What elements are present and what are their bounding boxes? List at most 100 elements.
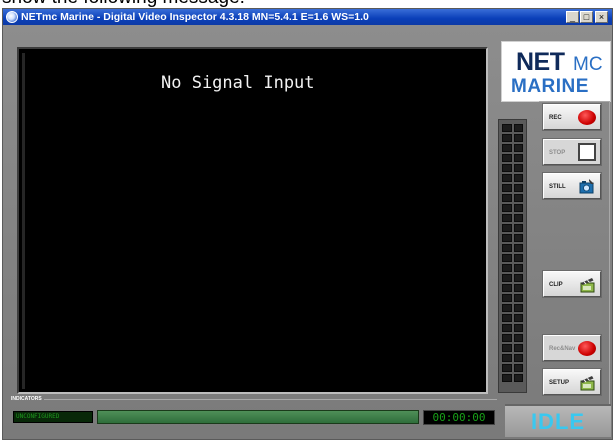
meter-segment: [502, 364, 512, 372]
meter-segment: [502, 294, 512, 302]
meter-row: [502, 254, 523, 262]
meter-row: [502, 364, 523, 372]
logo-marine-text: MARINE: [511, 76, 589, 97]
meter-row: [502, 344, 523, 352]
recnav-label: Rec&Nav: [549, 346, 576, 352]
meter-segment: [502, 204, 512, 212]
rec-label: REC: [549, 115, 562, 121]
progress-bar: [97, 410, 419, 424]
meter-row: [502, 194, 523, 202]
meter-segment: [513, 314, 523, 322]
meter-segment: [513, 184, 523, 192]
meter-segment: [513, 214, 523, 222]
meter-row: [502, 204, 523, 212]
meter-segment: [502, 274, 512, 282]
meter-row: [502, 224, 523, 232]
meter-segment: [513, 174, 523, 182]
client-area: No Signal Input NET MC MARINE CONTROLS R…: [3, 25, 612, 439]
meter-segment: [502, 314, 512, 322]
meter-segment: [502, 234, 512, 242]
app-icon[interactable]: [6, 11, 18, 23]
meter-segment: [502, 164, 512, 172]
indicators-section-label: INDICATORS: [11, 396, 42, 402]
meter-row: [502, 214, 523, 222]
meter-segment: [502, 304, 512, 312]
record-icon: [578, 110, 596, 125]
meter-row: [502, 314, 523, 322]
meter-segment: [513, 374, 523, 382]
maximize-button[interactable]: □: [580, 11, 593, 23]
meter-row: [502, 264, 523, 272]
meter-segment: [502, 184, 512, 192]
meter-segment: [502, 374, 512, 382]
clip-button[interactable]: CLIP: [542, 270, 602, 298]
meter-row: [502, 134, 523, 142]
rec-and-nav-button[interactable]: Rec&Nav: [542, 334, 602, 362]
meter-row: [502, 324, 523, 332]
clip-label: CLIP: [549, 282, 563, 288]
configuration-status: UNCONFIGURED: [13, 411, 93, 423]
meter-segment: [513, 234, 523, 242]
meter-row: [502, 274, 523, 282]
meter-row: [502, 304, 523, 312]
title-bar[interactable]: NETmc Marine - Digital Video Inspector 4…: [3, 9, 612, 25]
state-indicator: IDLE: [505, 404, 611, 437]
logo-mc-text: MC: [573, 54, 603, 75]
meter-segment: [513, 194, 523, 202]
meter-row: [502, 174, 523, 182]
meter-row: [502, 334, 523, 342]
no-signal-message: No Signal Input: [161, 73, 315, 93]
record-nav-icon: [578, 341, 596, 356]
meter-row: [502, 154, 523, 162]
meter-segment: [502, 284, 512, 292]
meter-segment: [502, 324, 512, 332]
minimize-button[interactable]: _: [566, 11, 579, 23]
meter-segment: [513, 304, 523, 312]
clapperboard-icon: [577, 275, 597, 294]
still-button[interactable]: STILL: [542, 172, 602, 200]
app-window: NETmc Marine - Digital Video Inspector 4…: [2, 8, 613, 440]
meter-segment: [502, 154, 512, 162]
caption-text: show the following message:: [2, 0, 245, 8]
setup-button[interactable]: SETUP: [542, 368, 602, 396]
indicators-divider: [44, 399, 497, 400]
meter-segment: [513, 124, 523, 132]
meter-segment: [513, 164, 523, 172]
stop-icon: [578, 143, 596, 161]
meter-segment: [502, 144, 512, 152]
meter-row: [502, 234, 523, 242]
meter-segment: [502, 354, 512, 362]
meter-row: [502, 184, 523, 192]
meter-segment: [502, 254, 512, 262]
meter-row: [502, 144, 523, 152]
meter-segment: [502, 134, 512, 142]
meter-segment: [502, 174, 512, 182]
meter-segment: [513, 254, 523, 262]
timecode-display: 00:00:00: [423, 410, 495, 425]
meter-segment: [502, 124, 512, 132]
meter-segment: [513, 294, 523, 302]
caption-strip: show the following message:: [0, 0, 615, 8]
stop-button[interactable]: STOP: [542, 138, 602, 166]
video-display[interactable]: No Signal Input: [17, 47, 488, 394]
meter-row: [502, 244, 523, 252]
meter-segment: [513, 144, 523, 152]
meter-row: [502, 284, 523, 292]
meter-segment: [513, 264, 523, 272]
close-button[interactable]: ×: [595, 11, 608, 23]
still-label: STILL: [549, 184, 566, 190]
meter-segment: [513, 134, 523, 142]
meter-segment: [513, 324, 523, 332]
meter-segment: [513, 354, 523, 362]
rec-button[interactable]: REC: [542, 103, 602, 131]
meter-row: [502, 354, 523, 362]
meter-segment: [502, 194, 512, 202]
netmc-marine-logo: NET MC MARINE: [501, 41, 611, 102]
meter-segment: [513, 364, 523, 372]
meter-segment: [502, 244, 512, 252]
meter-segment: [502, 224, 512, 232]
stop-label: STOP: [549, 150, 566, 156]
setup-label: SETUP: [549, 380, 570, 386]
camera-icon: [577, 177, 597, 196]
meter-segment: [502, 264, 512, 272]
